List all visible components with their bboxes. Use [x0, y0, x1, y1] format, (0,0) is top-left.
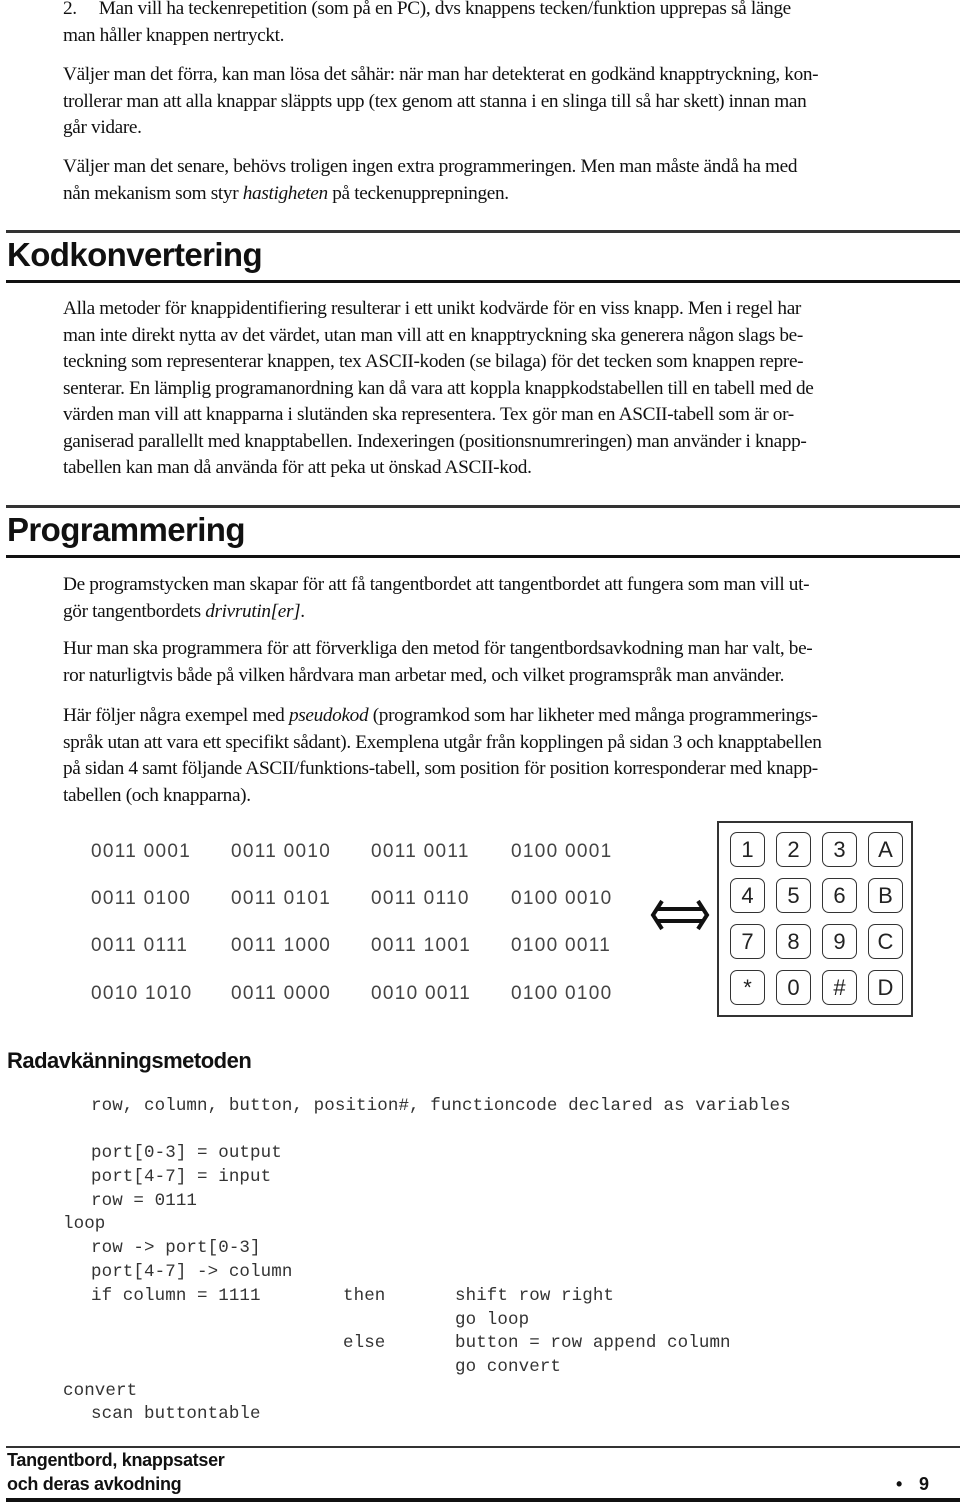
section-rule-bottom	[6, 280, 960, 283]
ascii-cell: 0010 0011	[371, 983, 472, 1004]
code-line: if column = 1111	[91, 1286, 261, 1306]
keypad-key: 3	[822, 832, 857, 867]
ascii-cell: 0011 0101	[231, 888, 332, 909]
code-keyword: else	[343, 1333, 386, 1353]
paragraph-programmering-2: Hur man ska programmera för att förverkl…	[63, 636, 958, 689]
double-arrow-icon	[650, 899, 710, 931]
text-line: på teckenupprepningen.	[327, 182, 509, 204]
keypad-key: 5	[776, 878, 811, 913]
heading-kodkonvertering: Kodkonvertering	[7, 236, 263, 273]
section-rule-top	[6, 230, 960, 233]
code-label: convert	[63, 1381, 138, 1401]
ascii-cell: 0010 1010	[91, 983, 193, 1004]
keypad-key: 7	[730, 924, 765, 959]
keypad-key: #	[822, 970, 857, 1005]
text-line: språk utan att vara ett specifikt sådant…	[63, 731, 822, 753]
code-line: row, column, button, position#, function…	[91, 1096, 791, 1116]
ascii-cell: 0011 1001	[371, 935, 472, 956]
footer-bullet: •	[896, 1474, 903, 1494]
keypad-key: 8	[776, 924, 811, 959]
code-line: scan buttontable	[91, 1404, 261, 1424]
text-line: senterar. En lämplig programanordning ka…	[63, 377, 814, 399]
section-rule-top	[6, 505, 960, 508]
footer-title-line1: Tangentbord, knappsatser	[7, 1450, 225, 1470]
text-line: värden man vill att knapparna i slutände…	[63, 404, 794, 425]
keypad-key: 6	[822, 878, 857, 913]
keypad-key: 0	[776, 970, 811, 1005]
ascii-cell: 0011 0110	[371, 888, 470, 909]
text-line: De programstycken man skapar för att få …	[63, 574, 810, 595]
code-line: port[0-3] = output	[91, 1143, 282, 1163]
ascii-cell: 0011 0111	[91, 935, 189, 956]
keypad-key: *	[730, 970, 765, 1005]
ascii-cell: 0011 0100	[91, 888, 192, 909]
code-label: loop	[63, 1214, 106, 1234]
ascii-cell: 0100 0001	[511, 841, 613, 862]
page-number: 9	[919, 1474, 929, 1494]
emphasis-text: pseudokod	[288, 705, 369, 726]
code-keyword: then	[343, 1286, 386, 1306]
list-item-text-cont: man håller knappen nertryckt.	[63, 24, 285, 46]
text-line: Alla metoder för knappidentifiering resu…	[63, 298, 801, 319]
code-line: port[4-7] = input	[91, 1167, 272, 1187]
text-line: .	[300, 600, 305, 622]
heading-radavkanningsmetoden: Radavkänningsmetoden	[7, 1048, 252, 1073]
code-line: button = row append column	[455, 1333, 731, 1353]
paragraph-latter-choice: Väljer man det senare, behövs troligen i…	[63, 154, 958, 207]
ascii-cell: 0011 0011	[371, 841, 470, 862]
code-line: go loop	[455, 1310, 530, 1330]
keypad: 1 2 3 A 4 5 6 B 7 8 9 C * 0 # D	[717, 821, 913, 1017]
keypad-key: 1	[730, 832, 765, 867]
ascii-cell: 0011 0010	[231, 841, 332, 862]
emphasis-text: hastigheten	[242, 182, 328, 204]
text-line: man inte direkt nytta av det värdet, uta…	[63, 324, 803, 346]
text-line: går vidare.	[63, 117, 142, 138]
code-line: row = 0111	[91, 1191, 198, 1211]
ascii-cell: 0100 0011	[511, 935, 612, 956]
footer-rule-top	[6, 1446, 960, 1448]
keypad-key: C	[868, 924, 903, 959]
section-rule-bottom	[6, 555, 960, 558]
code-line: shift row right	[455, 1286, 615, 1306]
keypad-key: 2	[776, 832, 811, 867]
list-item-number: 2.	[63, 0, 77, 19]
text-line: (programkod som har likheter med många p…	[368, 705, 818, 726]
text-line: nån mekanism som styr	[63, 182, 243, 204]
heading-programmering: Programmering	[7, 511, 246, 548]
text-line: ganiserad parallellt med knapptabellen. …	[63, 430, 807, 452]
text-line: trollerar man att alla knappar släppts u…	[63, 90, 807, 112]
paragraph-kodkonvertering: Alla metoder för knappidentifiering resu…	[63, 296, 958, 482]
ascii-cell: 0011 1000	[231, 935, 332, 956]
paragraph-former-choice: Väljer man det förra, kan man lösa det s…	[63, 62, 958, 142]
ascii-cell: 0100 0100	[511, 983, 613, 1004]
code-line: row -> port[0-3]	[91, 1238, 261, 1258]
keypad-key: A	[868, 832, 903, 867]
text-line: tabellen (och knapparna).	[63, 784, 251, 806]
footer-title-line2: och deras avkodning	[7, 1474, 182, 1494]
emphasis-text: drivrutin[er]	[205, 600, 301, 622]
ascii-cell: 0011 0001	[91, 841, 192, 862]
paragraph-programmering-1: De programstycken man skapar för att få …	[63, 572, 958, 625]
ascii-cell: 0011 0000	[231, 983, 332, 1004]
text-line: Hur man ska programmera för att förverkl…	[63, 638, 813, 659]
list-item-2: 2. Man vill ha teckenrepetition (som på e…	[63, 0, 958, 49]
keypad-key: B	[868, 878, 903, 913]
text-line: Väljer man det senare, behövs troligen i…	[63, 156, 798, 177]
text-line: på sidan 4 samt följande ASCII/funktions…	[63, 758, 818, 779]
list-item-text: Man vill ha teckenrepetition (som på en …	[98, 0, 791, 19]
text-line: Väljer man det förra, kan man lösa det s…	[63, 64, 819, 85]
text-line: Här följer några exempel med	[63, 705, 289, 726]
text-line: gör tangentbordets	[63, 600, 206, 622]
text-line: ror naturligtvis både på vilken hårdvara…	[63, 664, 785, 686]
paragraph-programmering-3: Här följer några exempel med pseudokod (…	[63, 703, 958, 809]
ascii-cell: 0100 0010	[511, 888, 613, 909]
keypad-key: 4	[730, 878, 765, 913]
code-line: go convert	[455, 1357, 562, 1377]
text-line: teckning som representerar knappen, tex …	[63, 351, 804, 372]
text-line: tabellen kan man då använda för att peka…	[63, 457, 532, 478]
footer-rule-bottom	[6, 1498, 960, 1502]
keypad-key: 9	[822, 924, 857, 959]
code-line: port[4-7] -> column	[91, 1262, 293, 1282]
keypad-key: D	[868, 970, 903, 1005]
